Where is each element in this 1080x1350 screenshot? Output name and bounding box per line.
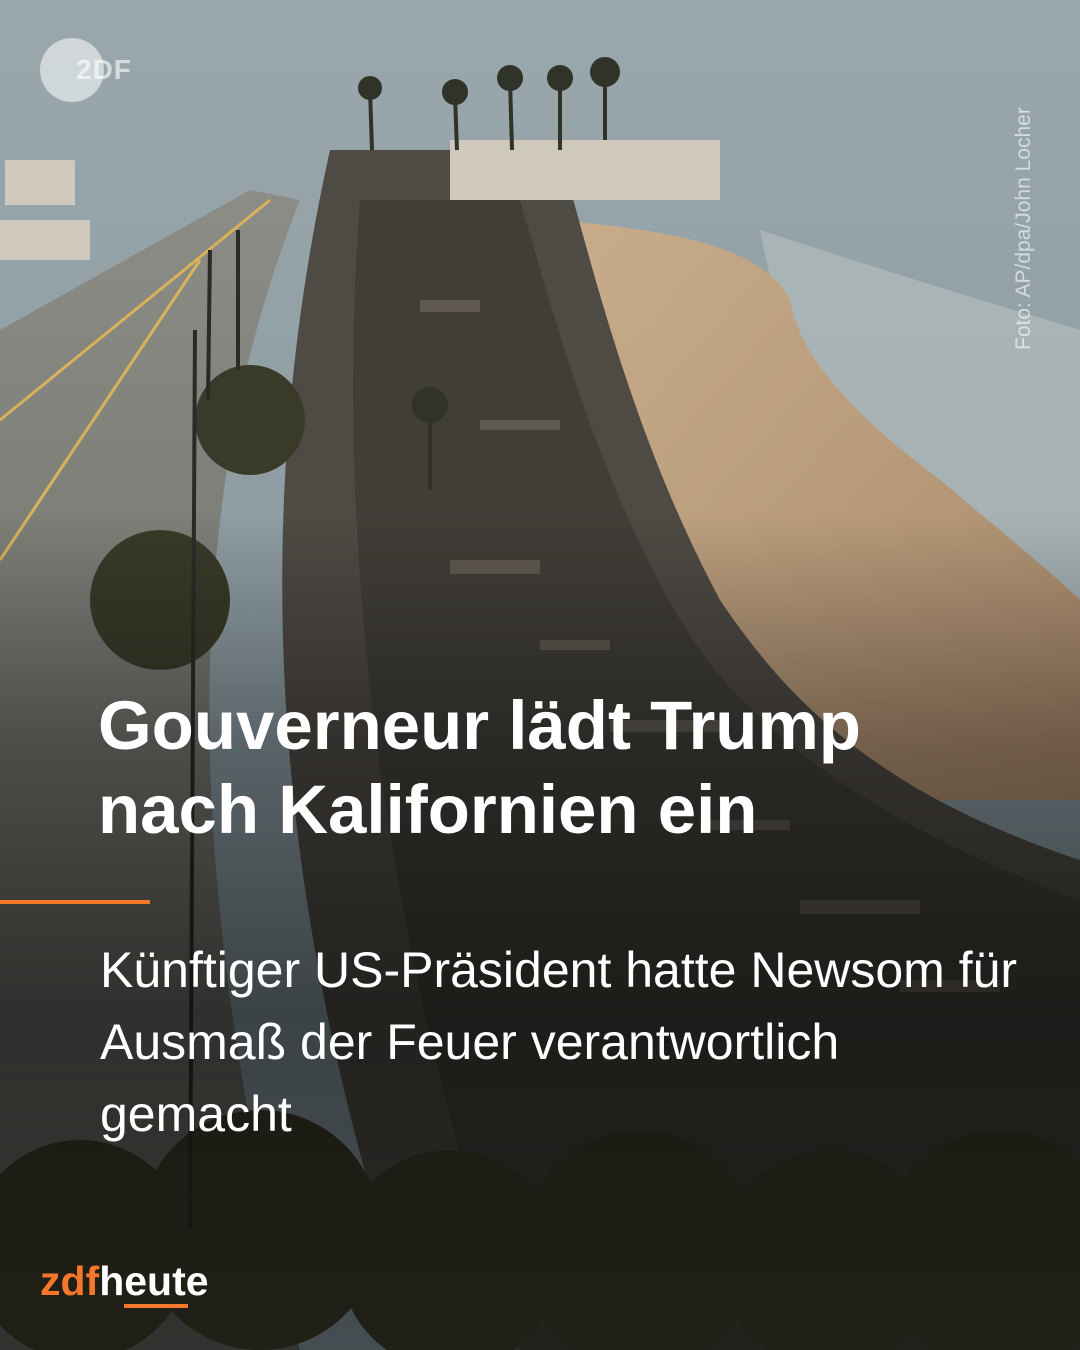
zdfheute-logo: zdfheute: [40, 1258, 209, 1308]
zdf-logo-top-text: 2DF: [76, 54, 132, 85]
subline: Künftiger US-Präsident hatte Newsom für …: [100, 942, 1018, 1142]
zdf-logo-top: 2DF: [40, 38, 131, 102]
brand-zdf-text: zdf: [40, 1258, 100, 1304]
brand-heute-text: heute: [99, 1258, 209, 1304]
brand-underline: [124, 1304, 188, 1308]
headline: Gouverneur lädt Trump nach Kalifornien e…: [98, 687, 861, 848]
photo-credit: Foto: AP/dpa/John Locher: [1012, 107, 1035, 350]
news-card: 2DF Foto: AP/dpa/John Locher Gouverneur …: [0, 0, 1080, 1350]
accent-divider: [0, 900, 150, 904]
